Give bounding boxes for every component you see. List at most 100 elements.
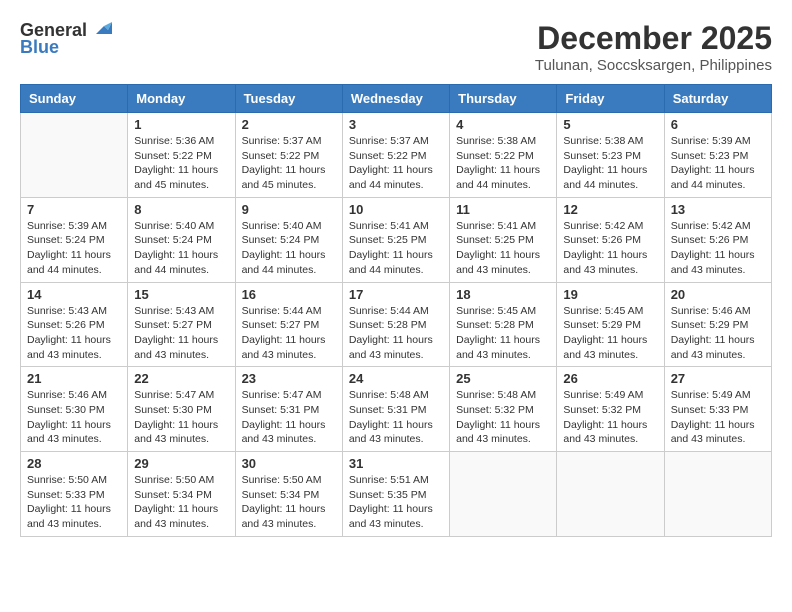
calendar-cell: 22Sunrise: 5:47 AM Sunset: 5:30 PM Dayli…	[128, 367, 235, 452]
day-info: Sunrise: 5:39 AM Sunset: 5:24 PM Dayligh…	[27, 219, 121, 278]
calendar-cell	[664, 452, 771, 537]
calendar-cell: 30 Sunrise: 5:50 AM Sunset: 5:34 PM Dayli…	[235, 452, 342, 537]
day-info: Sunrise: 5:41 AM Sunset: 5:25 PM Dayligh…	[456, 219, 550, 278]
day-info: Sunrise: 5:42 AM Sunset: 5:26 PM Dayligh…	[671, 219, 765, 278]
calendar-cell: 14 Sunrise: 5:43 AM Sunset: 5:26 PM Dayli…	[21, 282, 128, 367]
day-number: 24	[349, 371, 443, 386]
day-info: Sunrise: 5:42 AM Sunset: 5:26 PM Dayligh…	[563, 219, 657, 278]
day-number: 14	[27, 287, 121, 302]
calendar-cell: 26 Sunrise: 5:49 AM Sunset: 5:32 PM Dayli…	[557, 367, 664, 452]
day-info: Sunrise: 5:49 AM Sunset: 5:32 PM Dayligh…	[563, 388, 657, 447]
day-info: Sunrise: 5:46 AM Sunset: 5:29 PM Dayligh…	[671, 304, 765, 363]
calendar-cell: 17Sunrise: 5:44 AM Sunset: 5:28 PM Dayli…	[342, 282, 449, 367]
day-number: 5	[563, 117, 657, 132]
day-info: Sunrise: 5:45 AM Sunset: 5:29 PM Dayligh…	[563, 304, 657, 363]
day-info: Sunrise: 5:38 AM Sunset: 5:22 PM Dayligh…	[456, 134, 550, 193]
day-number: 17	[349, 287, 443, 302]
calendar-cell: 8 Sunrise: 5:40 AM Sunset: 5:24 PM Daylig…	[128, 197, 235, 282]
calendar-cell: 13 Sunrise: 5:42 AM Sunset: 5:26 PM Dayli…	[664, 197, 771, 282]
day-info: Sunrise: 5:44 AM Sunset: 5:27 PM Dayligh…	[242, 304, 336, 363]
calendar-cell: 4 Sunrise: 5:38 AM Sunset: 5:22 PM Daylig…	[450, 113, 557, 198]
day-info: Sunrise: 5:50 AM Sunset: 5:34 PM Dayligh…	[242, 473, 336, 532]
week-row-3: 14 Sunrise: 5:43 AM Sunset: 5:26 PM Dayli…	[21, 282, 772, 367]
day-info: Sunrise: 5:41 AM Sunset: 5:25 PM Dayligh…	[349, 219, 443, 278]
day-number: 9	[242, 202, 336, 217]
calendar-cell: 16 Sunrise: 5:44 AM Sunset: 5:27 PM Dayli…	[235, 282, 342, 367]
day-info: Sunrise: 5:40 AM Sunset: 5:24 PM Dayligh…	[134, 219, 228, 278]
day-info: Sunrise: 5:47 AM Sunset: 5:31 PM Dayligh…	[242, 388, 336, 447]
calendar-cell: 3 Sunrise: 5:37 AM Sunset: 5:22 PM Daylig…	[342, 113, 449, 198]
day-number: 15	[134, 287, 228, 302]
day-info: Sunrise: 5:51 AM Sunset: 5:35 PM Dayligh…	[349, 473, 443, 532]
day-number: 8	[134, 202, 228, 217]
calendar-cell: 7 Sunrise: 5:39 AM Sunset: 5:24 PM Daylig…	[21, 197, 128, 282]
day-info: Sunrise: 5:36 AM Sunset: 5:22 PM Dayligh…	[134, 134, 228, 193]
day-info: Sunrise: 5:38 AM Sunset: 5:23 PM Dayligh…	[563, 134, 657, 193]
day-number: 13	[671, 202, 765, 217]
day-number: 30	[242, 456, 336, 471]
calendar-cell: 10 Sunrise: 5:41 AM Sunset: 5:25 PM Dayli…	[342, 197, 449, 282]
calendar-cell: 25 Sunrise: 5:48 AM Sunset: 5:32 PM Dayli…	[450, 367, 557, 452]
week-row-2: 7 Sunrise: 5:39 AM Sunset: 5:24 PM Daylig…	[21, 197, 772, 282]
weekday-header-tuesday: Tuesday	[235, 85, 342, 113]
day-number: 7	[27, 202, 121, 217]
day-number: 19	[563, 287, 657, 302]
week-row-4: 21 Sunrise: 5:46 AM Sunset: 5:30 PM Dayli…	[21, 367, 772, 452]
calendar-cell: 29Sunrise: 5:50 AM Sunset: 5:34 PM Dayli…	[128, 452, 235, 537]
calendar-cell	[450, 452, 557, 537]
weekday-header-wednesday: Wednesday	[342, 85, 449, 113]
day-number: 4	[456, 117, 550, 132]
calendar-cell: 21 Sunrise: 5:46 AM Sunset: 5:30 PM Dayli…	[21, 367, 128, 452]
day-number: 12	[563, 202, 657, 217]
day-info: Sunrise: 5:48 AM Sunset: 5:32 PM Dayligh…	[456, 388, 550, 447]
day-info: Sunrise: 5:39 AM Sunset: 5:23 PM Dayligh…	[671, 134, 765, 193]
day-info: Sunrise: 5:46 AM Sunset: 5:30 PM Dayligh…	[27, 388, 121, 447]
day-number: 26	[563, 371, 657, 386]
calendar-cell: 24 Sunrise: 5:48 AM Sunset: 5:31 PM Dayli…	[342, 367, 449, 452]
calendar-cell: 2 Sunrise: 5:37 AM Sunset: 5:22 PM Daylig…	[235, 113, 342, 198]
day-number: 28	[27, 456, 121, 471]
day-info: Sunrise: 5:43 AM Sunset: 5:26 PM Dayligh…	[27, 304, 121, 363]
day-info: Sunrise: 5:45 AM Sunset: 5:28 PM Dayligh…	[456, 304, 550, 363]
title-area: December 2025 Tulunan, Soccsksargen, Phi…	[535, 20, 772, 74]
calendar-table: SundayMondayTuesdayWednesdayThursdayFrid…	[20, 84, 772, 537]
calendar-cell: 20Sunrise: 5:46 AM Sunset: 5:29 PM Dayli…	[664, 282, 771, 367]
day-info: Sunrise: 5:50 AM Sunset: 5:33 PM Dayligh…	[27, 473, 121, 532]
calendar-cell: 1 Sunrise: 5:36 AM Sunset: 5:22 PM Daylig…	[128, 113, 235, 198]
day-number: 10	[349, 202, 443, 217]
day-info: Sunrise: 5:43 AM Sunset: 5:27 PM Dayligh…	[134, 304, 228, 363]
weekday-header-row: SundayMondayTuesdayWednesdayThursdayFrid…	[21, 85, 772, 113]
day-number: 1	[134, 117, 228, 132]
weekday-header-thursday: Thursday	[450, 85, 557, 113]
day-info: Sunrise: 5:47 AM Sunset: 5:30 PM Dayligh…	[134, 388, 228, 447]
calendar-cell: 18 Sunrise: 5:45 AM Sunset: 5:28 PM Dayli…	[450, 282, 557, 367]
day-number: 18	[456, 287, 550, 302]
calendar-cell: 15 Sunrise: 5:43 AM Sunset: 5:27 PM Dayli…	[128, 282, 235, 367]
week-row-5: 28 Sunrise: 5:50 AM Sunset: 5:33 PM Dayli…	[21, 452, 772, 537]
day-number: 6	[671, 117, 765, 132]
calendar-cell	[21, 113, 128, 198]
calendar-cell: 31 Sunrise: 5:51 AM Sunset: 5:35 PM Dayli…	[342, 452, 449, 537]
day-info: Sunrise: 5:37 AM Sunset: 5:22 PM Dayligh…	[242, 134, 336, 193]
page-header: General Blue December 2025 Tulunan, Socc…	[20, 20, 772, 74]
day-info: Sunrise: 5:48 AM Sunset: 5:31 PM Dayligh…	[349, 388, 443, 447]
week-row-1: 1 Sunrise: 5:36 AM Sunset: 5:22 PM Daylig…	[21, 113, 772, 198]
day-info: Sunrise: 5:37 AM Sunset: 5:22 PM Dayligh…	[349, 134, 443, 193]
calendar-cell: 19 Sunrise: 5:45 AM Sunset: 5:29 PM Dayli…	[557, 282, 664, 367]
logo-icon	[90, 16, 112, 38]
day-info: Sunrise: 5:49 AM Sunset: 5:33 PM Dayligh…	[671, 388, 765, 447]
calendar-cell: 5 Sunrise: 5:38 AM Sunset: 5:23 PM Daylig…	[557, 113, 664, 198]
day-number: 2	[242, 117, 336, 132]
calendar-cell: 12 Sunrise: 5:42 AM Sunset: 5:26 PM Dayli…	[557, 197, 664, 282]
calendar-cell: 9Sunrise: 5:40 AM Sunset: 5:24 PM Daylig…	[235, 197, 342, 282]
day-number: 21	[27, 371, 121, 386]
calendar-cell: 6 Sunrise: 5:39 AM Sunset: 5:23 PM Daylig…	[664, 113, 771, 198]
day-number: 31	[349, 456, 443, 471]
day-number: 3	[349, 117, 443, 132]
calendar-cell: 28 Sunrise: 5:50 AM Sunset: 5:33 PM Dayli…	[21, 452, 128, 537]
day-number: 16	[242, 287, 336, 302]
day-number: 23	[242, 371, 336, 386]
day-number: 27	[671, 371, 765, 386]
day-number: 11	[456, 202, 550, 217]
day-number: 25	[456, 371, 550, 386]
